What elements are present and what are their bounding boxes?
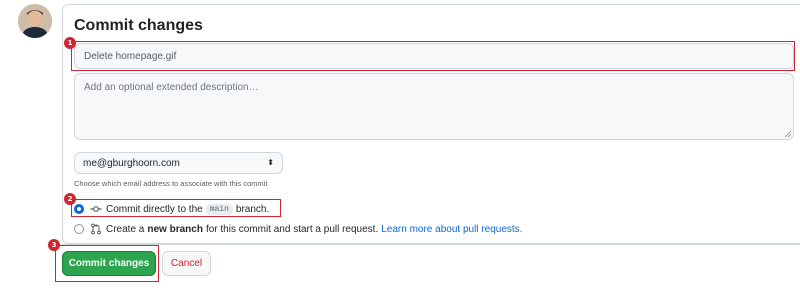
page-title: Commit changes: [74, 17, 203, 34]
git-commit-icon: [90, 206, 102, 212]
commit-summary-value: Delete homepage.gif: [84, 50, 177, 62]
avatar: [18, 4, 52, 38]
resize-handle-icon[interactable]: [785, 131, 791, 137]
direct-suffix: branch.: [235, 203, 270, 215]
email-hint: Choose which email address to associate …: [74, 179, 268, 188]
step-badge-3: 3: [48, 239, 60, 251]
description-placeholder: Add an optional extended description…: [84, 82, 259, 93]
email-selected-value: me@gburghoorn.com: [83, 157, 180, 169]
branch-name-code: main: [205, 203, 233, 215]
cancel-button[interactable]: Cancel: [162, 251, 211, 276]
step-badge-1: 1: [64, 37, 76, 49]
learn-more-link[interactable]: Learn more about pull requests.: [381, 224, 522, 235]
step-badge-2: 2: [64, 193, 76, 205]
radio-commit-direct[interactable]: [74, 204, 84, 214]
option-commit-direct[interactable]: Commit directly to the main branch.: [74, 203, 269, 215]
divider: [62, 244, 800, 245]
new-branch-prefix: Create a: [106, 223, 145, 235]
new-branch-bold: new branch: [147, 223, 203, 235]
email-select[interactable]: me@gburghoorn.com ⬍: [74, 152, 283, 174]
commit-changes-button[interactable]: Commit changes: [62, 251, 156, 276]
option-new-branch[interactable]: Create a new branch for this commit and …: [74, 223, 522, 235]
avatar-image: [18, 4, 52, 38]
direct-prefix: Commit directly to the: [106, 203, 203, 215]
new-branch-suffix: for this commit and start a pull request…: [205, 223, 379, 235]
extended-description-textarea[interactable]: Add an optional extended description…: [74, 73, 794, 140]
git-pull-request-icon: [91, 223, 101, 235]
updown-icon: ⬍: [267, 158, 274, 167]
radio-new-branch[interactable]: [74, 224, 84, 234]
commit-summary-input[interactable]: Delete homepage.gif: [74, 43, 794, 69]
